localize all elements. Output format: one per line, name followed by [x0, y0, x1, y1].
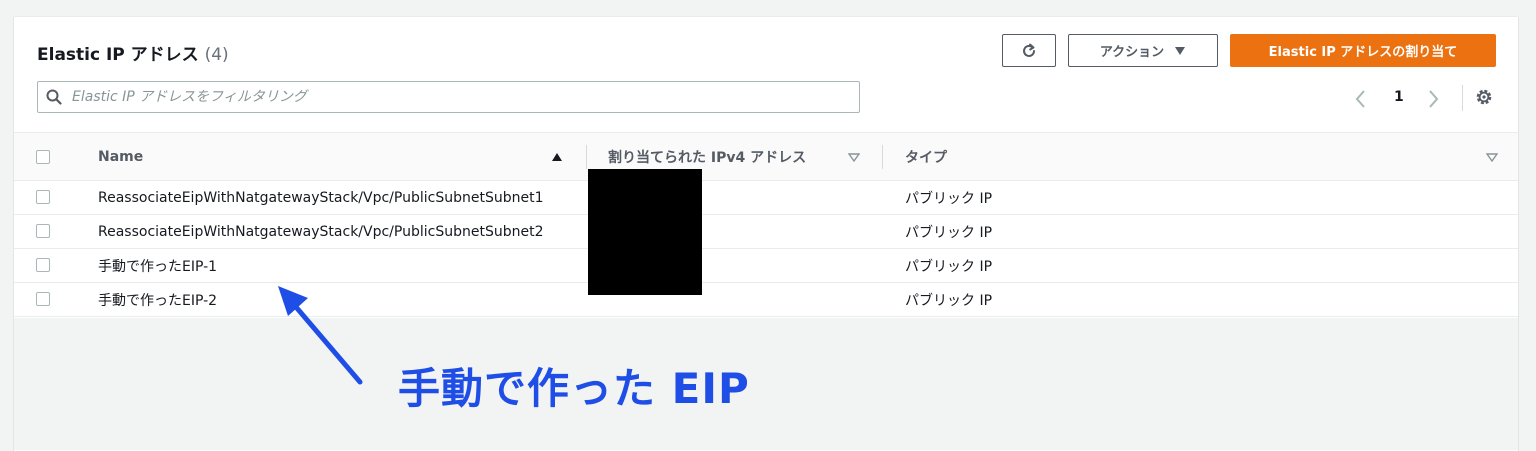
- prev-page-icon[interactable]: [1354, 89, 1368, 109]
- allocate-label: Elastic IP アドレスの割り当て: [1268, 45, 1458, 60]
- redaction-box: [588, 169, 702, 295]
- table-header: Name 割り当てられた IPv4 アドレス タイプ: [14, 132, 1518, 181]
- search-icon: [46, 89, 62, 105]
- table-row[interactable]: 手動で作ったEIP-1 パブリック IP: [14, 249, 1518, 283]
- column-label-name: Name: [98, 149, 144, 165]
- column-header-type[interactable]: タイプ: [905, 133, 947, 181]
- sort-icon[interactable]: [1486, 153, 1498, 162]
- column-label-ipv4: 割り当てられた IPv4 アドレス: [608, 150, 807, 166]
- empty-area: [14, 318, 1518, 450]
- eip-type: パブリック IP: [905, 292, 993, 309]
- sort-ascending-icon[interactable]: [551, 152, 563, 162]
- eip-type: パブリック IP: [905, 258, 993, 275]
- search-input[interactable]: [70, 88, 834, 106]
- title-count: (4): [204, 45, 229, 65]
- table-row[interactable]: 手動で作ったEIP-2 パブリック IP: [14, 283, 1518, 317]
- sort-icon[interactable]: [848, 153, 860, 162]
- title-text: Elastic IP アドレス: [37, 45, 199, 65]
- eip-name: 手動で作ったEIP-2: [98, 292, 218, 309]
- refresh-icon: [1023, 43, 1035, 57]
- select-all-checkbox[interactable]: [36, 150, 50, 164]
- table-row[interactable]: ReassociateEipWithNatgatewayStack/Vpc/Pu…: [14, 215, 1518, 249]
- eip-type: パブリック IP: [905, 224, 993, 241]
- column-label-type: タイプ: [905, 150, 947, 166]
- annotation-label: 手動で作った EIP: [398, 364, 750, 413]
- eip-name: 手動で作ったEIP-1: [98, 258, 218, 275]
- eip-type: パブリック IP: [905, 190, 993, 207]
- caret-down-icon: [1175, 46, 1186, 55]
- refresh-button[interactable]: [1002, 34, 1056, 67]
- actions-label: アクション: [1099, 45, 1165, 60]
- row-checkbox[interactable]: [36, 224, 50, 238]
- pager-divider: [1462, 85, 1463, 111]
- allocate-eip-button[interactable]: Elastic IP アドレスの割り当て: [1230, 34, 1496, 67]
- column-divider[interactable]: [586, 145, 587, 169]
- table-row[interactable]: ReassociateEipWithNatgatewayStack/Vpc/Pu…: [14, 181, 1518, 215]
- annotation-arrow-icon: [278, 286, 363, 385]
- page-number[interactable]: 1: [1394, 89, 1404, 105]
- column-divider[interactable]: [882, 145, 883, 169]
- actions-dropdown[interactable]: アクション: [1068, 34, 1218, 67]
- gear-icon[interactable]: [1474, 87, 1494, 107]
- search-field[interactable]: [37, 81, 860, 113]
- column-header-name[interactable]: Name: [98, 133, 143, 181]
- eip-name: ReassociateEipWithNatgatewayStack/Vpc/Pu…: [98, 223, 544, 240]
- row-checkbox[interactable]: [36, 258, 50, 272]
- row-checkbox[interactable]: [36, 190, 50, 204]
- row-checkbox[interactable]: [36, 292, 50, 306]
- page-title: Elastic IP アドレス (4): [37, 40, 229, 65]
- eip-name: ReassociateEipWithNatgatewayStack/Vpc/Pu…: [98, 189, 544, 206]
- next-page-icon[interactable]: [1426, 89, 1440, 109]
